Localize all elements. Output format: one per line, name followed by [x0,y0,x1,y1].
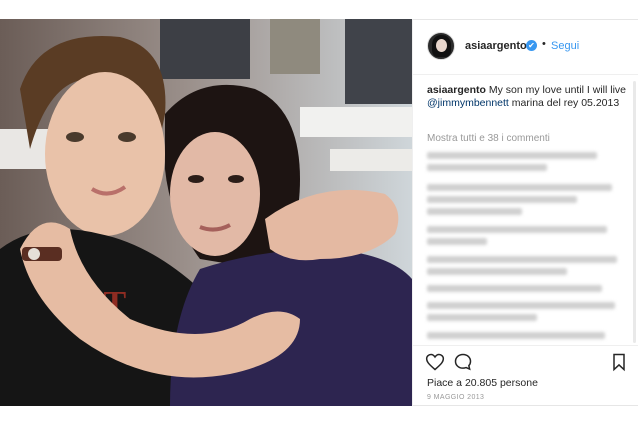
post-date: 9 MAGGIO 2013 [427,394,485,401]
bookmark-icon[interactable] [609,352,629,372]
blurred-comment-line [427,256,617,263]
blurred-comment-line [427,196,577,203]
blurred-comment-line [427,302,615,309]
blurred-comment-line [427,208,522,215]
caption-text-part-2: marina del rey 05.2013 [508,97,620,109]
caption-text-part-1: My son my love until I will live [485,84,626,96]
blurred-comment-line [427,314,537,321]
blurred-comment-line [427,268,567,275]
heart-icon[interactable] [425,352,445,372]
blurred-comment-line [427,285,602,292]
avatar-face [436,39,447,52]
view-all-comments-link[interactable]: Mostra tutti e 38 i commenti [427,133,550,144]
comment-bubble-icon[interactable] [453,352,473,372]
blurred-comment-line [427,184,612,191]
avatar[interactable] [427,32,455,60]
post-side-panel: asiaargento ✔ • Segui asiaargento My son… [412,19,638,406]
post-actions: Piace a 20.805 persone 9 MAGGIO 2013 [413,345,638,406]
comments-scrollbar[interactable] [633,81,636,343]
follow-button[interactable]: Segui [551,40,579,52]
likes-count[interactable]: Piace a 20.805 persone [427,377,538,389]
post-caption: asiaargento My son my love until I will … [427,84,627,110]
blurred-comment-line [427,152,597,159]
header-username[interactable]: asiaargento [465,40,527,52]
blurred-comment-line [427,238,487,245]
header-separator: • [542,38,546,50]
photo-illustration: TFT [0,19,412,406]
post-photo[interactable]: TFT [0,19,412,406]
blurred-comment-line [427,332,605,339]
blurred-comment-line [427,164,547,171]
post-header: asiaargento ✔ • Segui [413,19,638,75]
blurred-comment-line [427,226,607,233]
caption-username[interactable]: asiaargento [427,84,486,96]
caption-mention-link[interactable]: @jimmymbennett [427,97,509,109]
verified-badge-icon: ✔ [526,40,537,51]
